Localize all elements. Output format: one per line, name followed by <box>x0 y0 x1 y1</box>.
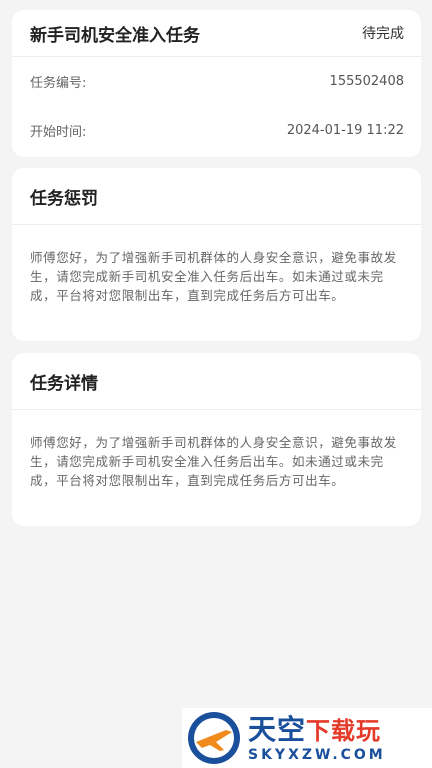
task-number-label: 任务编号: <box>30 75 87 91</box>
task-detail-card: 任务详情 师傅您好，为了增强新手司机群体的人身安全意识，避免事故发生，请您完成新… <box>12 353 421 526</box>
penalty-header: 任务惩罚 <box>12 168 421 225</box>
penalty-title: 任务惩罚 <box>30 188 98 209</box>
start-time-label: 开始时间: <box>30 124 87 140</box>
watermark-main-b: 下载玩 <box>306 716 382 745</box>
task-header: 新手司机安全准入任务 待完成 <box>12 10 421 57</box>
start-time-value: 2024-01-19 11:22 <box>286 122 404 138</box>
task-penalty-card: 任务惩罚 师傅您好，为了增强新手司机群体的人身安全意识，避免事故发生，请您完成新… <box>12 168 421 341</box>
penalty-description: 师傅您好，为了增强新手司机群体的人身安全意识，避免事故发生，请您完成新手司机安全… <box>30 250 397 303</box>
task-number-value: 155502408 <box>329 73 404 89</box>
task-status-badge: 待完成 <box>362 26 404 42</box>
task-summary-card: 新手司机安全准入任务 待完成 任务编号: 155502408 开始时间: 202… <box>12 10 421 157</box>
start-time-row: 开始时间: 2024-01-19 11:22 <box>12 105 421 155</box>
task-number-row: 任务编号: 155502408 <box>12 57 421 105</box>
task-title: 新手司机安全准入任务 <box>30 25 200 46</box>
airplane-logo-icon <box>188 712 240 764</box>
site-watermark: 天空下载玩 SKYXZW.COM <box>182 708 432 768</box>
watermark-sub: SKYXZW.COM <box>248 746 386 763</box>
detail-header: 任务详情 <box>12 353 421 410</box>
detail-description: 师傅您好，为了增强新手司机群体的人身安全意识，避免事故发生，请您完成新手司机安全… <box>30 435 397 488</box>
watermark-main-a: 天空 <box>248 712 307 746</box>
detail-title: 任务详情 <box>30 373 98 394</box>
